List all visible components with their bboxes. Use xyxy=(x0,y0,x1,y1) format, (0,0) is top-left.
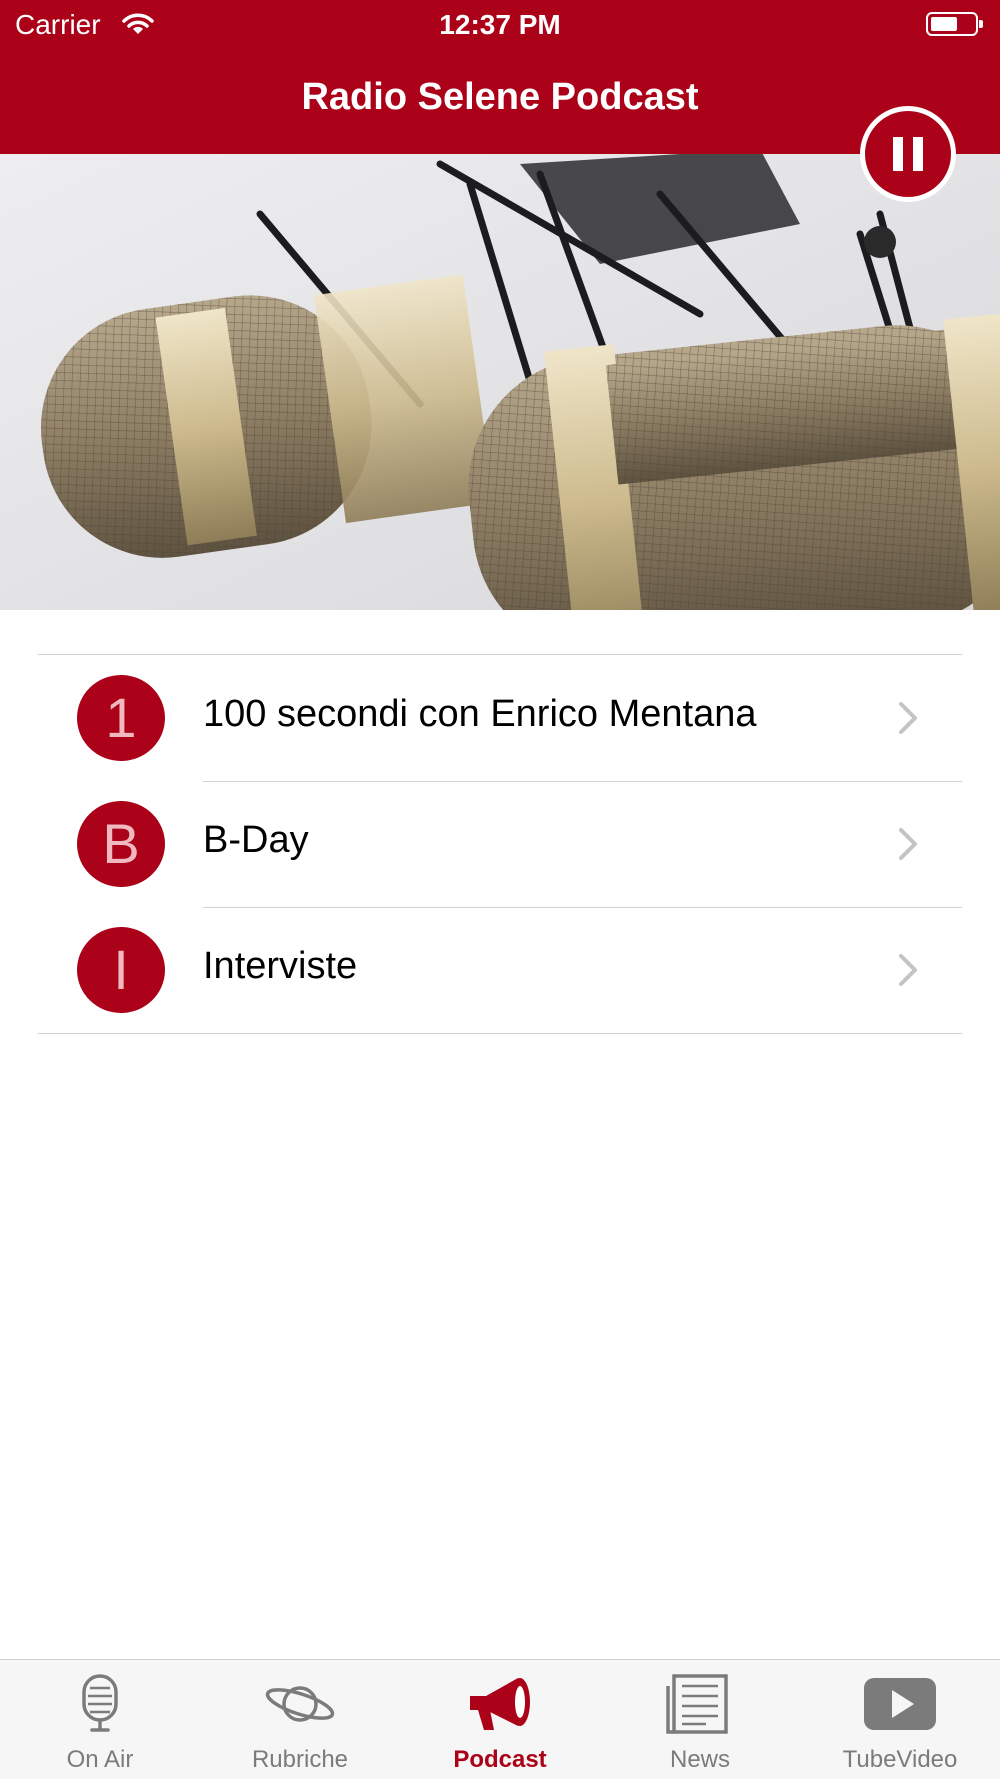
tab-label: TubeVideo xyxy=(842,1746,958,1773)
tab-podcast[interactable]: Podcast xyxy=(400,1660,600,1779)
tab-label: On Air xyxy=(66,1746,134,1773)
podcast-badge: I xyxy=(77,927,165,1013)
clock: 12:37 PM xyxy=(439,9,561,40)
tab-label: Podcast xyxy=(453,1746,547,1773)
planet-icon xyxy=(265,1686,335,1722)
list-item[interactable]: 1 100 secondi con Enrico Mentana xyxy=(38,655,962,781)
pause-button[interactable] xyxy=(860,106,956,202)
play-video-icon xyxy=(864,1678,936,1730)
podcast-badge: B xyxy=(77,801,165,887)
podcast-title: Interviste xyxy=(203,945,358,987)
tab-news[interactable]: News xyxy=(600,1660,800,1779)
megaphone-icon xyxy=(470,1678,530,1730)
tab-label: News xyxy=(669,1746,730,1773)
newspaper-icon xyxy=(666,1674,728,1734)
microphone-icon xyxy=(82,1674,118,1732)
chevron-right-icon xyxy=(899,828,917,860)
hero-image xyxy=(0,154,1000,610)
tab-rubriche[interactable]: Rubriche xyxy=(200,1660,400,1779)
chevron-right-icon xyxy=(899,954,917,986)
pause-icon xyxy=(893,137,903,171)
podcast-badge: 1 xyxy=(77,675,165,761)
chevron-right-icon xyxy=(899,702,917,734)
battery-icon xyxy=(926,12,983,36)
podcast-list: 1 100 secondi con Enrico Mentana B B-Day… xyxy=(38,654,962,1034)
list-item[interactable]: B B-Day xyxy=(38,781,962,907)
list-item[interactable]: I Interviste xyxy=(38,907,962,1033)
podcast-title: 100 secondi con Enrico Mentana xyxy=(203,693,757,735)
page-title: Radio Selene Podcast xyxy=(301,76,699,118)
tab-label: Rubriche xyxy=(251,1746,349,1773)
tab-on-air[interactable]: On Air xyxy=(0,1660,200,1779)
status-bar: Carrier 12:37 PM xyxy=(0,0,1000,50)
tab-bar: On Air Rubriche Podcast News TubeVideo xyxy=(0,1659,1000,1779)
microphones-image xyxy=(0,154,1000,610)
tab-tubevideo[interactable]: TubeVideo xyxy=(800,1660,1000,1779)
podcast-title: B-Day xyxy=(203,819,309,861)
header: Carrier 12:37 PM Radio Selene Podcast xyxy=(0,0,1000,154)
